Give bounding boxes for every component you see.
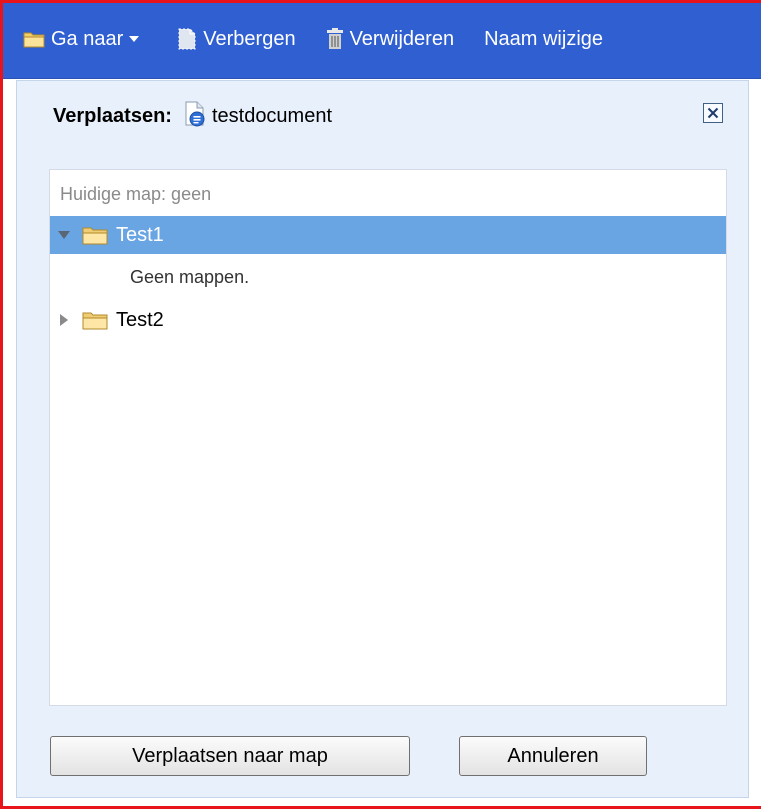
- toolbar: Ga naar Verbergen Verwijderen Naam wijzi…: [3, 3, 761, 79]
- document-icon: [185, 101, 205, 127]
- tree-item-test2[interactable]: Test2: [50, 301, 726, 339]
- dialog-header: Verplaatsen: testdocument: [17, 81, 748, 151]
- goto-label: Ga naar: [51, 28, 124, 50]
- goto-menu-button[interactable]: Ga naar: [17, 23, 147, 55]
- rename-button[interactable]: Naam wijzige: [478, 23, 609, 55]
- move-dialog: Verplaatsen: testdocument Huidige map: g…: [16, 80, 749, 798]
- delete-button[interactable]: Verwijderen: [320, 23, 461, 55]
- rename-label: Naam wijzige: [484, 28, 604, 50]
- hidden-document-icon: [178, 28, 196, 50]
- folder-tree: Huidige map: geen Test1 Geen mappen. Tes…: [49, 169, 727, 706]
- current-folder-label: Huidige map: geen: [60, 184, 212, 204]
- empty-folder-text: Geen mappen.: [130, 267, 250, 287]
- chevron-down-icon: [129, 36, 140, 42]
- dialog-title: Verplaatsen:: [53, 104, 172, 127]
- folder-icon: [23, 32, 45, 48]
- trash-icon: [326, 28, 343, 49]
- document-name: testdocument: [211, 104, 333, 127]
- tree-item-label: Test2: [116, 308, 164, 331]
- expand-arrow-icon[interactable]: [58, 230, 70, 240]
- close-button[interactable]: [703, 103, 723, 123]
- cancel-button[interactable]: Annuleren: [459, 736, 647, 776]
- tree-item-label: Test1: [116, 223, 164, 246]
- hide-label: Verbergen: [203, 28, 296, 50]
- tree-item-test1[interactable]: Test1: [50, 216, 726, 254]
- folder-icon: [82, 225, 108, 245]
- expand-arrow-icon[interactable]: [58, 314, 70, 326]
- folder-icon: [82, 310, 108, 330]
- delete-label: Verwijderen: [349, 28, 455, 50]
- hide-button[interactable]: Verbergen: [171, 23, 301, 55]
- close-icon: [707, 107, 719, 119]
- move-to-folder-button[interactable]: Verplaatsen naar map: [50, 736, 410, 776]
